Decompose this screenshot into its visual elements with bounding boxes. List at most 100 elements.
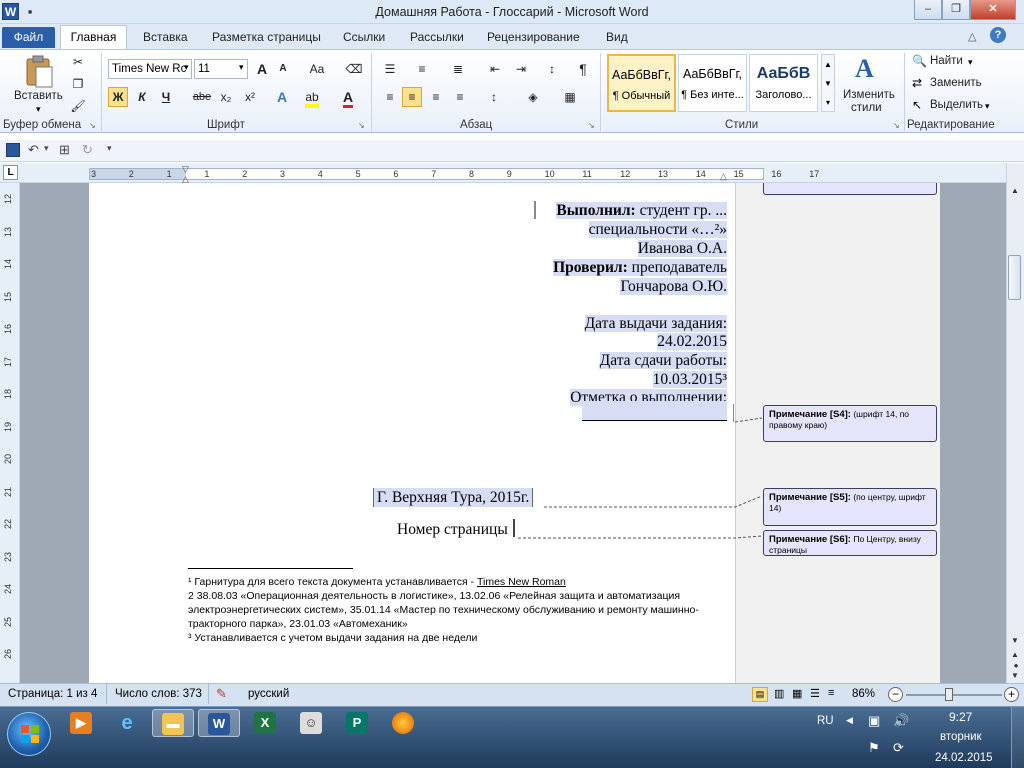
change-case-button[interactable]: Aa	[304, 59, 330, 79]
show-desktop-button[interactable]	[1011, 707, 1024, 768]
tab-selector[interactable]: L	[3, 165, 18, 180]
taskbar-app[interactable]: ☺	[290, 709, 332, 737]
style-normal[interactable]: АаБбВвГг, ¶ Обычный	[607, 54, 676, 112]
help-icon[interactable]: ?	[990, 27, 1006, 43]
language-indicator[interactable]: русский	[248, 688, 289, 700]
footnote-2-line-1[interactable]: 2 38.08.03 «Операционная деятельность в …	[188, 589, 727, 604]
change-styles-label[interactable]: Изменить	[843, 89, 895, 101]
dialog-launcher-icon[interactable]: ↘	[358, 121, 365, 130]
zoom-in-icon[interactable]: +	[1004, 687, 1019, 702]
tab-file[interactable]: Файл	[2, 27, 55, 48]
increase-indent-icon[interactable]: ⇥	[511, 59, 531, 79]
subscript-button[interactable]: x₂	[216, 87, 236, 107]
grow-font-button[interactable]: A	[252, 59, 272, 79]
highlight-color-icon[interactable]: ab	[302, 87, 322, 108]
copy-icon[interactable]: ❐	[68, 74, 88, 94]
taskbar-excel[interactable]: X	[244, 709, 286, 737]
taskbar-word[interactable]: W	[198, 709, 240, 737]
tab-review[interactable]: Рецензирование	[487, 28, 580, 46]
taskbar-media-player[interactable]: ▶	[60, 709, 102, 737]
change-styles-icon[interactable]: A	[855, 54, 874, 84]
comment-s4[interactable]: Примечание [S4]: (шрифт 14, по правому к…	[763, 405, 937, 442]
font-name-dropdown-icon[interactable]: ▾	[184, 62, 189, 73]
font-color-icon[interactable]: A	[338, 87, 358, 108]
document-line[interactable]: Выполнил: студент гр. ...	[556, 201, 727, 220]
tab-page-layout[interactable]: Разметка страницы	[212, 28, 321, 46]
bullets-icon[interactable]: ☰	[380, 59, 400, 79]
network-icon[interactable]: ▣	[868, 713, 880, 729]
document-line[interactable]: специальности «…²»	[588, 220, 727, 239]
paste-button[interactable]: Вставить	[14, 90, 63, 102]
select-icon[interactable]: ↖	[912, 98, 922, 112]
shrink-font-button[interactable]: A	[273, 59, 293, 79]
comment-balloon-partial[interactable]	[763, 183, 937, 195]
word-count[interactable]: Число слов: 373	[115, 688, 202, 700]
multilevel-list-icon[interactable]: ≣	[448, 59, 468, 79]
align-right-icon[interactable]: ≡	[426, 87, 446, 107]
borders-icon[interactable]: ▦	[560, 87, 580, 107]
comment-s5[interactable]: Примечание [S5]: (по центру, шрифт 14)	[763, 488, 937, 526]
paste-dropdown-icon[interactable]: ▾	[36, 104, 41, 115]
text-effects-icon[interactable]: A	[272, 87, 292, 107]
customize-toolbar-icon[interactable]: ▾	[107, 143, 112, 154]
align-left-icon[interactable]: ≡	[380, 87, 400, 107]
underline-button[interactable]: Ч	[156, 87, 176, 107]
document-line[interactable]: Дата сдачи работы:	[599, 351, 727, 370]
proofing-icon[interactable]: ✎	[216, 686, 227, 702]
vertical-scrollbar[interactable]	[1006, 163, 1024, 683]
minimize-button[interactable]: –	[914, 0, 942, 20]
format-painter-icon[interactable]: 🖌	[68, 96, 88, 116]
zoom-slider-thumb[interactable]	[945, 688, 953, 701]
show-hidden-icons[interactable]: ◀	[846, 715, 853, 726]
tab-references[interactable]: Ссылки	[343, 28, 385, 46]
page-number-text[interactable]: Номер страницы	[397, 520, 508, 539]
font-name-combo[interactable]: Times New Rc	[108, 59, 192, 79]
document-line[interactable]: Иванова О.А.	[637, 239, 727, 258]
prev-page-icon[interactable]: ▲	[1008, 650, 1022, 659]
start-button[interactable]	[7, 712, 51, 756]
decrease-indent-icon[interactable]: ⇤	[485, 59, 505, 79]
document-line[interactable]: Проверил: преподаватель	[553, 258, 727, 277]
select-dropdown-icon[interactable]: ▾	[985, 101, 990, 112]
strikethrough-button[interactable]: abe	[190, 87, 214, 107]
dialog-launcher-icon[interactable]: ↘	[893, 121, 900, 130]
scroll-down-arrow-icon[interactable]: ▼	[1008, 636, 1022, 645]
find-button[interactable]: Найти	[930, 55, 963, 67]
tab-insert[interactable]: Вставка	[143, 28, 188, 46]
replace-button[interactable]: Заменить	[930, 77, 982, 89]
redo-icon[interactable]: ↻	[82, 142, 93, 158]
cut-icon[interactable]: ✂	[68, 52, 88, 72]
style-heading[interactable]: АаБбВ Заголово...	[749, 54, 818, 112]
style-no-spacing[interactable]: АаБбВвГг, ¶ Без инте...	[678, 54, 747, 112]
replace-icon[interactable]: ⇄	[912, 76, 922, 90]
tab-view[interactable]: Вид	[606, 28, 628, 46]
keyboard-language[interactable]: RU	[817, 715, 834, 727]
paste-icon[interactable]	[24, 55, 54, 89]
taskbar-publisher[interactable]: P	[336, 709, 378, 737]
font-size-dropdown-icon[interactable]: ▾	[239, 62, 244, 73]
select-button[interactable]: Выделить	[930, 99, 983, 111]
close-button[interactable]: ✕	[970, 0, 1016, 20]
print-preview-icon[interactable]: ⊞	[59, 142, 70, 158]
draft-icon[interactable]: ≡	[828, 687, 834, 699]
footnote-2-line-3[interactable]: тракторного парка», 23.01.03 «Автомехани…	[188, 617, 408, 632]
scrollbar-thumb[interactable]	[1008, 255, 1021, 300]
document-line[interactable]: Гончарова О.Ю.	[620, 277, 727, 296]
dialog-launcher-icon[interactable]: ↘	[588, 121, 595, 130]
full-screen-reading-icon[interactable]: ▥	[774, 687, 784, 700]
italic-button[interactable]: К	[132, 87, 152, 107]
document-line[interactable]: Дата выдачи задания:	[584, 314, 727, 333]
align-center-icon[interactable]: ≡	[402, 87, 422, 107]
page-count[interactable]: Страница: 1 из 4	[8, 688, 97, 700]
zoom-slider-track[interactable]	[906, 694, 1002, 696]
shading-icon[interactable]: ◈	[523, 87, 543, 107]
clock-date[interactable]: 24.02.2015	[935, 752, 993, 764]
clock-time[interactable]: 9:27	[949, 710, 972, 724]
volume-icon[interactable]: 🔊	[893, 713, 909, 729]
taskbar-explorer[interactable]: ▬	[152, 709, 194, 737]
footnote-2-line-2[interactable]: электроэнергетических систем», 35.01.14 …	[188, 603, 727, 618]
right-indent-marker[interactable]: △	[720, 171, 727, 182]
find-icon[interactable]: 🔍	[912, 54, 927, 68]
print-layout-icon[interactable]: ▤	[752, 687, 768, 702]
restore-button[interactable]: ❐	[942, 0, 970, 20]
